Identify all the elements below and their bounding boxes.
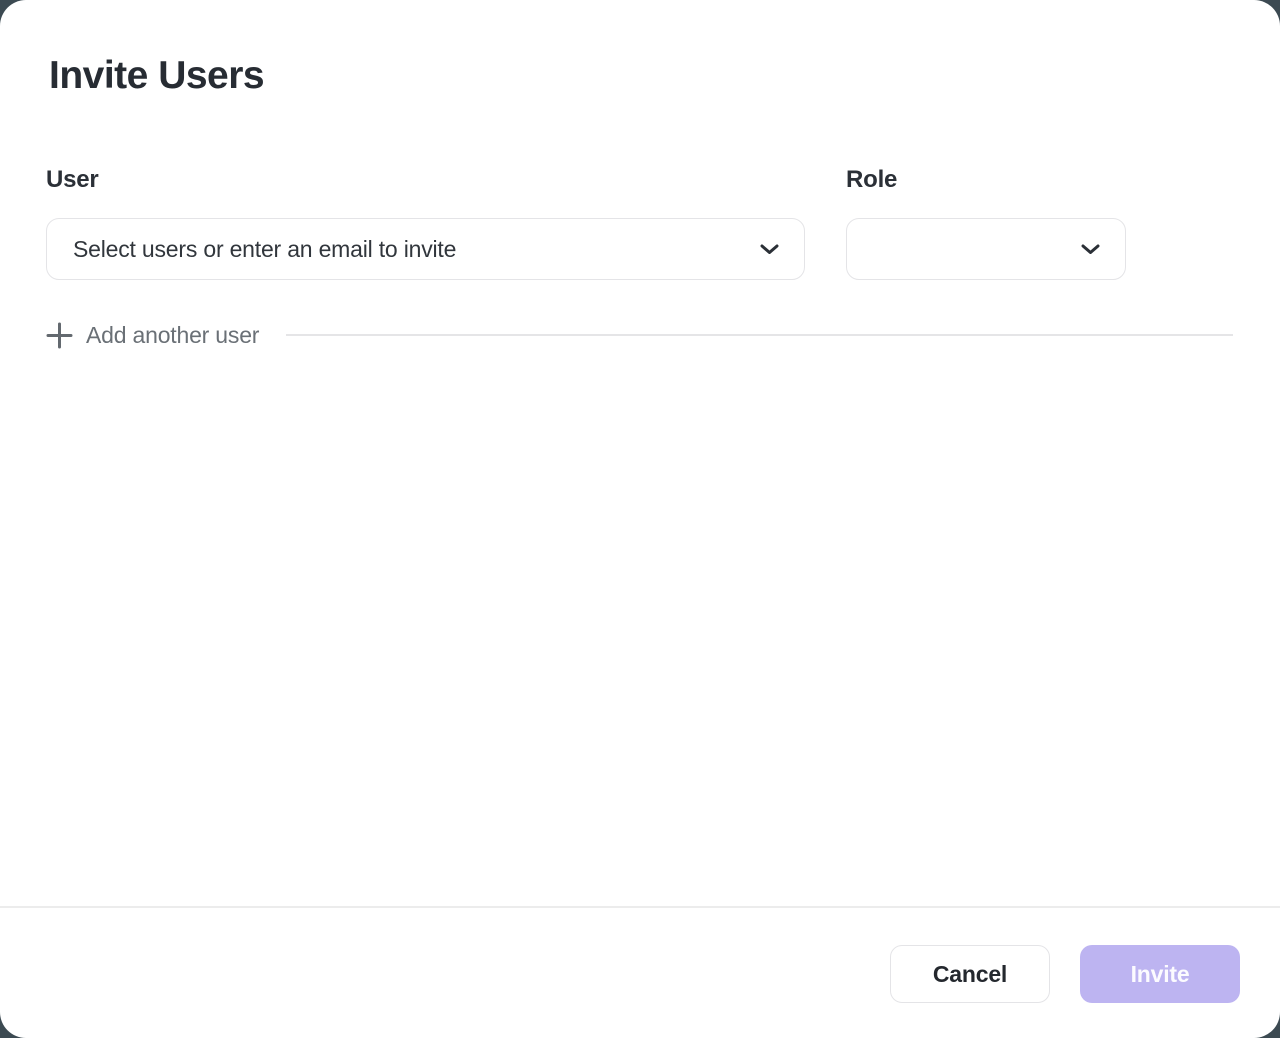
chevron-down-icon — [1081, 244, 1100, 255]
chevron-down-icon — [760, 244, 779, 255]
plus-icon — [46, 322, 73, 349]
user-field: User Select users or enter an email to i… — [46, 166, 805, 280]
user-select[interactable]: Select users or enter an email to invite — [46, 218, 805, 280]
add-another-user-button[interactable]: Add another user — [46, 322, 259, 349]
role-field-label: Role — [846, 166, 1126, 196]
add-another-user-row: Add another user — [46, 318, 1233, 352]
add-another-user-label: Add another user — [86, 322, 259, 349]
role-field: Role — [846, 166, 1126, 280]
inline-divider — [286, 334, 1233, 336]
user-field-label: User — [46, 166, 805, 196]
user-select-placeholder: Select users or enter an email to invite — [73, 236, 456, 263]
footer-divider — [0, 906, 1280, 908]
invite-button[interactable]: Invite — [1080, 945, 1240, 1003]
dialog-title: Invite Users — [49, 54, 264, 98]
role-select[interactable] — [846, 218, 1126, 280]
cancel-button[interactable]: Cancel — [890, 945, 1050, 1003]
invite-users-dialog: Invite Users User Select users or enter … — [0, 0, 1280, 1038]
